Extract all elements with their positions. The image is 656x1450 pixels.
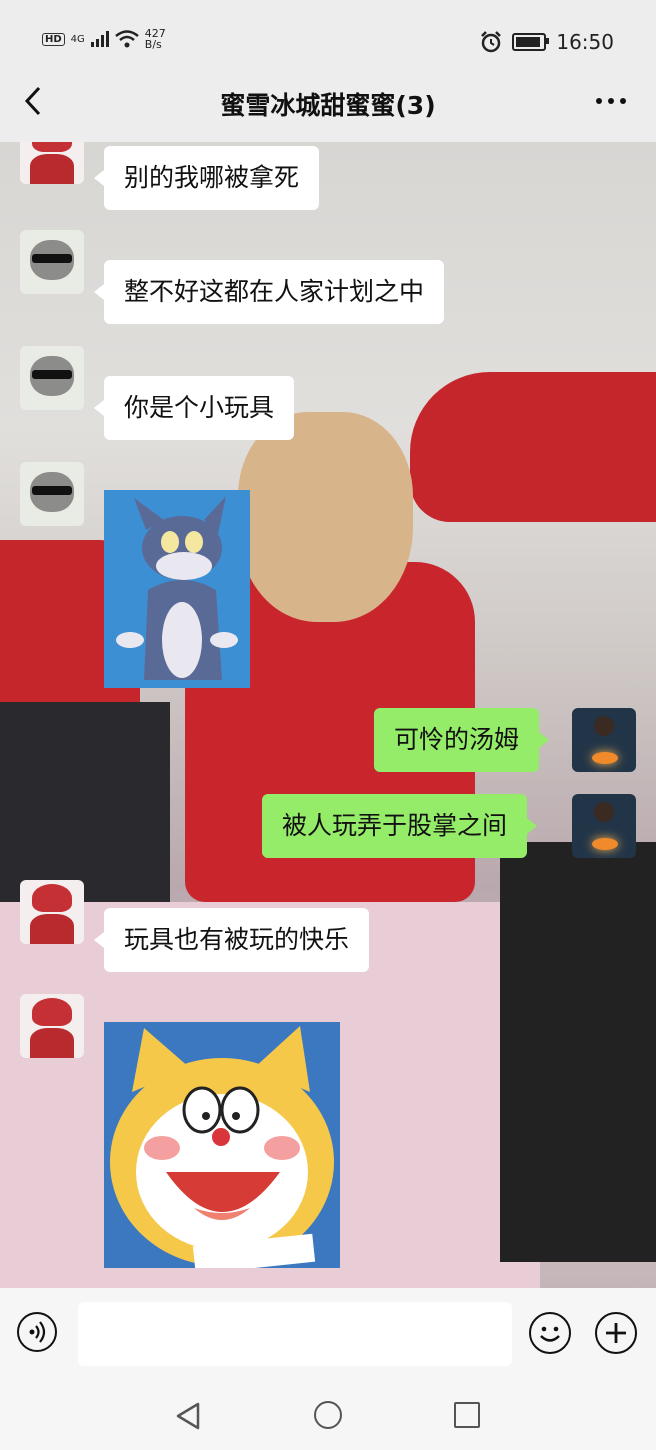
background-photo-pixelated-face bbox=[238, 412, 413, 622]
status-bar: HD 4G 427 B/s 16:50 bbox=[0, 0, 656, 80]
chat-header: 蜜雪冰城甜蜜蜜(3) bbox=[0, 80, 656, 142]
chat-message-area[interactable]: 别的我哪被拿死 整不好这都在人家计划之中 你是个小玩具 可怜的汤姆 被人玩弄于股… bbox=[0, 142, 656, 1288]
message-bubble[interactable]: 你是个小玩具 bbox=[93, 376, 295, 440]
message-bubble-sent[interactable]: 可怜的汤姆 bbox=[374, 708, 550, 772]
avatar[interactable] bbox=[572, 794, 636, 858]
doraemon-icon bbox=[104, 1022, 340, 1268]
nav-back-icon[interactable] bbox=[172, 1400, 204, 1432]
message-bubble[interactable]: 整不好这都在人家计划之中 bbox=[93, 260, 445, 324]
status-right: 16:50 bbox=[480, 30, 614, 54]
message-bubble[interactable]: 玩具也有被玩的快乐 bbox=[93, 908, 370, 972]
signal-icon bbox=[90, 31, 109, 47]
tom-cat-sticker[interactable] bbox=[104, 490, 250, 688]
emoji-icon[interactable] bbox=[529, 1312, 571, 1354]
plus-icon[interactable] bbox=[595, 1312, 637, 1354]
avatar[interactable] bbox=[20, 462, 84, 526]
doraemon-yellow-sticker[interactable] bbox=[104, 1022, 340, 1268]
message-bubble-sent[interactable]: 被人玩弄于股掌之间 bbox=[262, 794, 538, 858]
message-bubble[interactable]: 别的我哪被拿死 bbox=[93, 146, 320, 210]
status-left: HD 4G 427 B/s bbox=[42, 28, 166, 50]
avatar[interactable] bbox=[20, 994, 84, 1058]
input-bar bbox=[0, 1288, 656, 1380]
alarm-icon bbox=[481, 31, 502, 53]
hd-icon: HD bbox=[42, 32, 65, 46]
net-speed: 427 B/s bbox=[145, 28, 166, 50]
background-photo-shape bbox=[500, 842, 656, 1262]
system-nav-bar bbox=[0, 1380, 656, 1450]
nav-recents-icon[interactable] bbox=[454, 1402, 480, 1428]
net-speed-unit: B/s bbox=[144, 38, 162, 51]
message-input[interactable] bbox=[78, 1302, 512, 1366]
battery-icon bbox=[512, 33, 550, 51]
tom-cat-icon bbox=[104, 490, 250, 688]
avatar[interactable] bbox=[20, 230, 84, 294]
avatar[interactable] bbox=[20, 142, 84, 184]
wifi-icon bbox=[115, 30, 139, 48]
network-label: 4G bbox=[70, 33, 85, 45]
clock: 16:50 bbox=[556, 30, 614, 54]
nav-home-icon[interactable] bbox=[314, 1401, 342, 1429]
chat-title: 蜜雪冰城甜蜜蜜(3) bbox=[220, 91, 436, 120]
more-options-icon[interactable] bbox=[596, 98, 626, 104]
background-photo-shape bbox=[410, 372, 656, 522]
avatar[interactable] bbox=[20, 880, 84, 944]
avatar[interactable] bbox=[20, 346, 84, 410]
voice-icon[interactable] bbox=[17, 1312, 57, 1352]
avatar[interactable] bbox=[572, 708, 636, 772]
